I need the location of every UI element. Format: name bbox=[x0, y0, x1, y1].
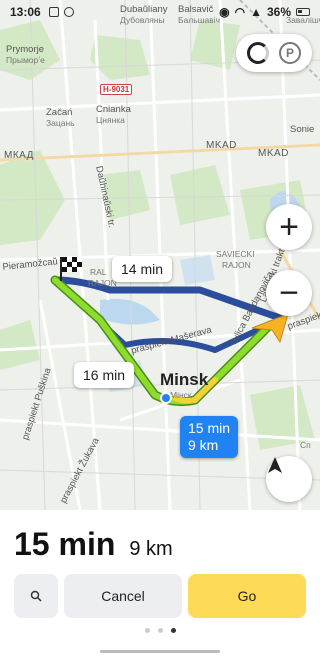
map-label: RAL bbox=[90, 267, 107, 277]
map-label: Цнянка bbox=[96, 115, 125, 125]
map-label: Začań bbox=[46, 107, 73, 118]
map-label: Сп bbox=[300, 440, 311, 450]
page-indicator bbox=[0, 628, 320, 633]
map-view[interactable]: Dubaŭliany Дубовляны Balsavič Бальшавіч … bbox=[0, 0, 320, 510]
route-distance: 9 km bbox=[129, 538, 173, 560]
city-label: Minsk bbox=[160, 370, 209, 389]
clock: 13:06 bbox=[10, 5, 41, 19]
zoom-out-button[interactable]: − bbox=[266, 270, 312, 316]
page-dot-active bbox=[170, 628, 176, 633]
zoom-in-button[interactable]: + bbox=[266, 204, 312, 250]
road-label: MKAD bbox=[258, 148, 289, 159]
route-bubble-selected[interactable]: 15 min 9 km bbox=[180, 416, 239, 458]
battery-icon bbox=[296, 8, 310, 16]
location-icon: ◉ bbox=[219, 5, 230, 19]
navigation-arrow-icon bbox=[268, 457, 282, 473]
map-layers-toggle[interactable]: P bbox=[236, 34, 312, 72]
highway-badge: H-9031 bbox=[100, 84, 133, 95]
map-label: Мінск bbox=[170, 390, 192, 400]
metro-icon bbox=[160, 392, 172, 404]
notification-icon bbox=[63, 7, 74, 17]
route-distance: 9 km bbox=[188, 437, 219, 453]
layers-icon[interactable] bbox=[247, 42, 269, 64]
plus-icon: + bbox=[279, 208, 299, 246]
page-dot bbox=[157, 628, 163, 633]
route-duration: 15 min bbox=[14, 526, 116, 562]
battery-percent: 36% bbox=[266, 5, 291, 19]
route-bubble-alt1[interactable]: 14 min bbox=[112, 256, 173, 282]
home-indicator[interactable] bbox=[100, 650, 220, 653]
map-label: SAVIECKI bbox=[216, 249, 255, 259]
map-canvas bbox=[0, 0, 320, 510]
gallery-icon bbox=[48, 7, 59, 17]
search-button[interactable] bbox=[14, 574, 58, 618]
map-label: Cnianka bbox=[96, 104, 131, 115]
go-button[interactable]: Go bbox=[188, 574, 306, 618]
road-label: МКАД bbox=[4, 150, 34, 161]
page-dot bbox=[144, 628, 150, 633]
my-location-button[interactable] bbox=[266, 456, 312, 502]
search-icon bbox=[30, 590, 42, 602]
signal-icon: ▲ bbox=[250, 5, 262, 19]
minus-icon: − bbox=[279, 274, 299, 312]
route-time: 15 min bbox=[188, 420, 231, 436]
wifi-icon: ◠ bbox=[234, 5, 246, 19]
map-label: Зацань bbox=[46, 118, 75, 128]
route-summary: 15 min 9 km bbox=[14, 526, 173, 563]
map-label: Sonie bbox=[290, 124, 315, 135]
route-bubble-alt2[interactable]: 16 min bbox=[74, 362, 135, 388]
parking-icon[interactable]: P bbox=[279, 42, 301, 64]
finish-flag-icon bbox=[58, 255, 84, 281]
map-label: RAJON bbox=[222, 260, 251, 270]
map-label: Прыморʼе bbox=[6, 55, 45, 65]
road-label: MKAD bbox=[206, 140, 237, 151]
cancel-button[interactable]: Cancel bbox=[64, 574, 182, 618]
route-panel: 15 min 9 km Cancel Go bbox=[0, 510, 320, 658]
status-bar: 13:06 ◉ ◠ ▲ 36% bbox=[0, 0, 320, 24]
map-label: Prymorje bbox=[6, 44, 45, 55]
